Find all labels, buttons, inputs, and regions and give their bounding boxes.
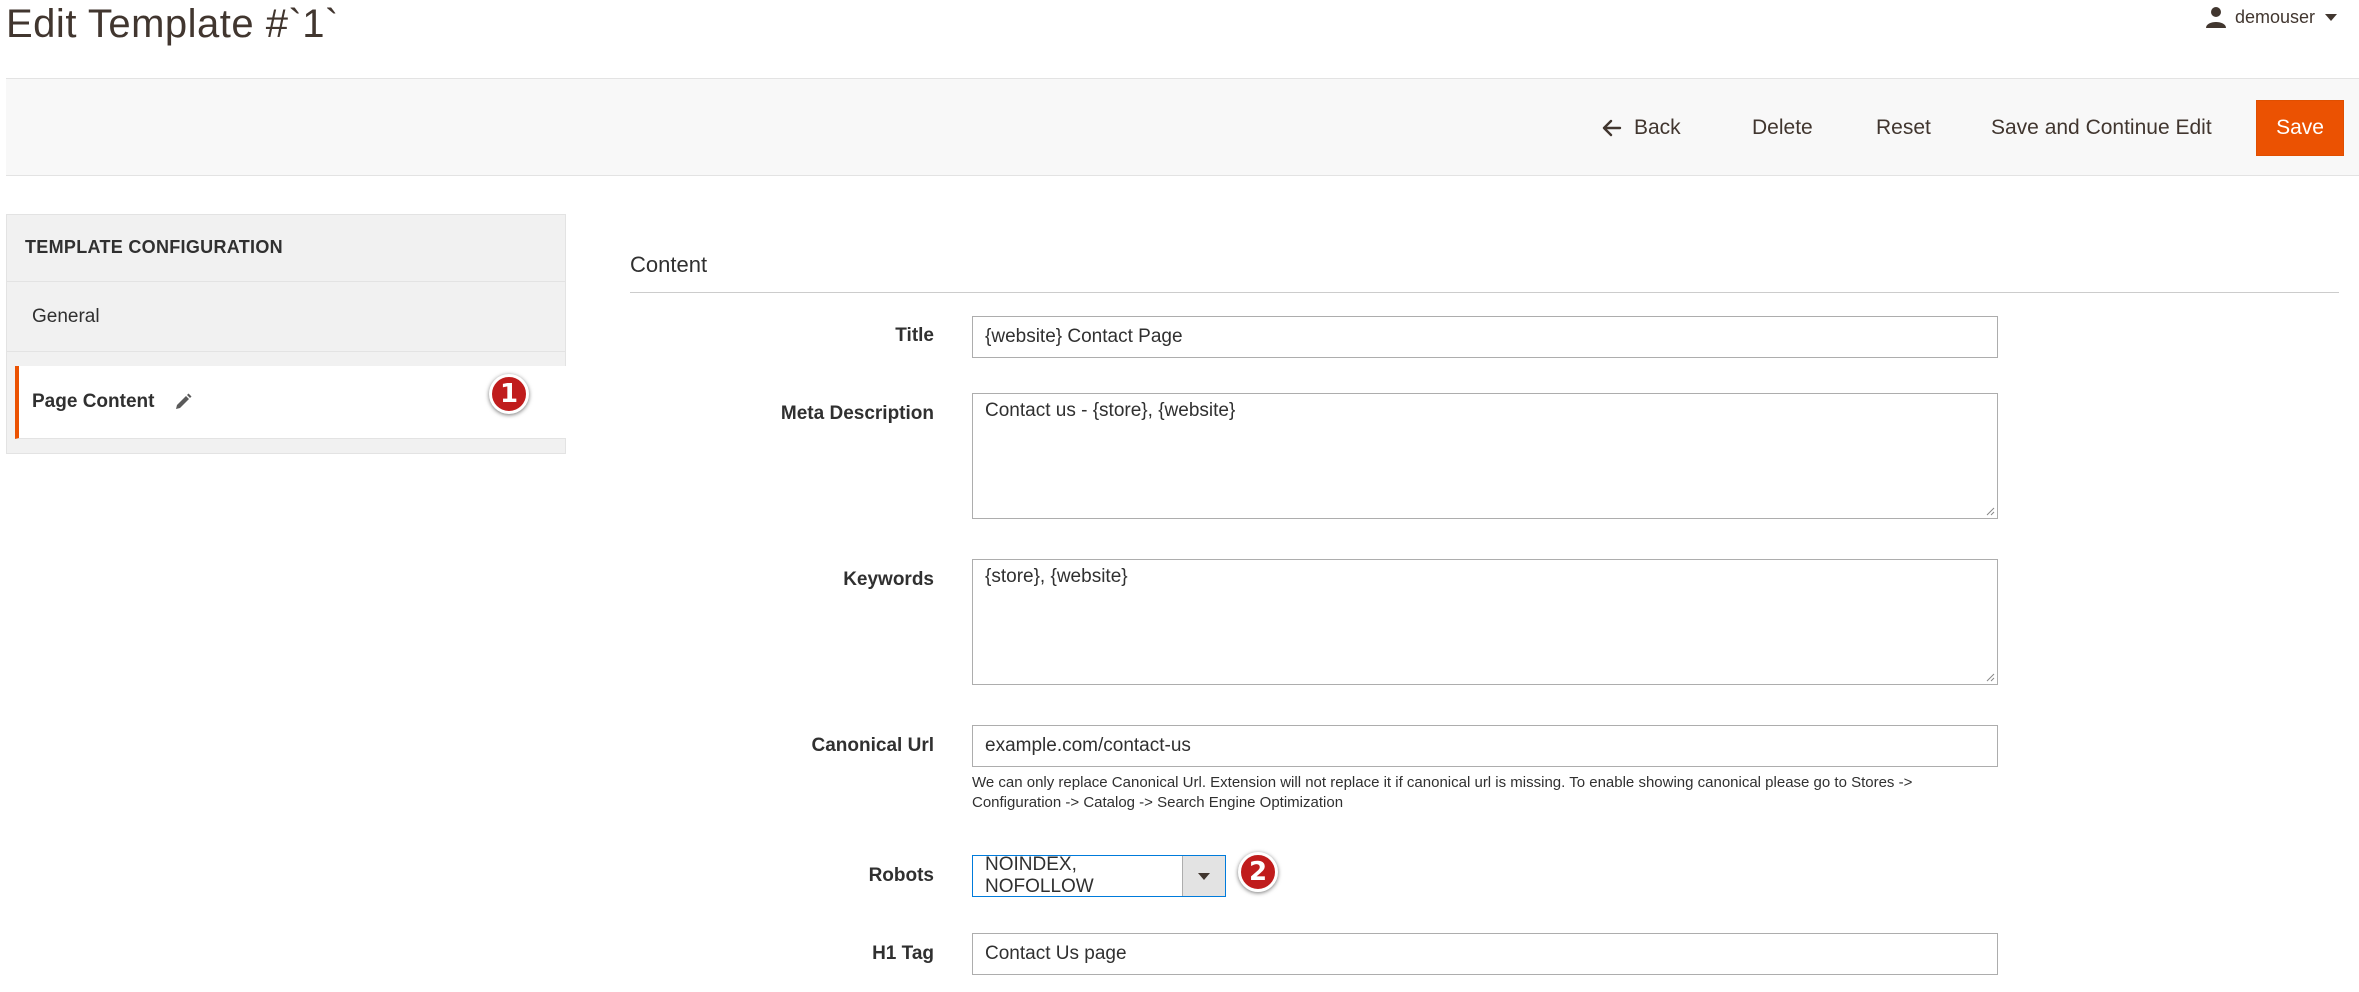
h1-tag-value: Contact Us page [985, 943, 1127, 964]
annotation-marker-1: 1 [489, 374, 529, 414]
delete-button[interactable]: Delete [1752, 103, 1813, 153]
title-label: Title [895, 325, 934, 346]
chevron-down-icon [1198, 872, 1210, 880]
keywords-textarea[interactable]: {store}, {website} [972, 559, 1998, 685]
sidebar-item-page-content[interactable]: Page Content [15, 366, 566, 439]
back-button[interactable]: Back [1602, 103, 1681, 153]
meta-description-label: Meta Description [780, 403, 934, 424]
meta-description-value: Contact us - {store}, {website} [985, 400, 1236, 421]
sidebar: TEMPLATE CONFIGURATION General Page Cont… [6, 214, 566, 454]
pencil-icon [176, 393, 192, 409]
h1-tag-input[interactable]: Contact Us page [972, 933, 1998, 975]
canonical-url-value: example.com/contact-us [985, 735, 1191, 756]
chevron-down-icon [2325, 13, 2337, 21]
page-title: Edit Template #`1` [6, 2, 339, 46]
resize-handle-icon[interactable] [1985, 672, 1995, 682]
save-and-continue-button[interactable]: Save and Continue Edit [1991, 103, 2212, 153]
user-menu[interactable]: demouser [2205, 6, 2337, 28]
title-input-value: {website} Contact Page [985, 326, 1183, 347]
sidebar-item-label: Page Content [32, 391, 155, 412]
section-title: Content [630, 252, 708, 277]
keywords-label: Keywords [843, 569, 934, 590]
robots-select-value: NOINDEX, NOFOLLOW [985, 854, 1094, 897]
user-name: demouser [2234, 6, 2315, 27]
back-button-label: Back [1634, 116, 1681, 139]
select-arrow[interactable] [1182, 856, 1225, 896]
canonical-url-label: Canonical Url [811, 735, 934, 756]
robots-select[interactable]: NOINDEX, NOFOLLOW [972, 854, 1226, 897]
page-actions-bar: Back Delete Reset Save and Continue Edit… [6, 78, 2359, 176]
h1-tag-label: H1 Tag [872, 943, 934, 964]
keywords-value: {store}, {website} [985, 566, 1128, 587]
resize-handle-icon[interactable] [1985, 506, 1995, 516]
meta-description-textarea[interactable]: Contact us - {store}, {website} [972, 393, 1998, 519]
sidebar-item-label: General [32, 305, 100, 327]
sidebar-title: TEMPLATE CONFIGURATION [25, 237, 283, 257]
title-input[interactable]: {website} Contact Page [972, 316, 1998, 358]
reset-button[interactable]: Reset [1876, 103, 1931, 153]
canonical-url-input[interactable]: example.com/contact-us [972, 725, 1998, 767]
sidebar-item-general[interactable]: General [7, 282, 565, 352]
arrow-left-icon [1602, 119, 1622, 137]
robots-label: Robots [868, 865, 934, 886]
save-button[interactable]: Save [2256, 100, 2344, 156]
annotation-marker-2: 2 [1238, 852, 1278, 892]
divider [630, 292, 2339, 293]
user-icon [2205, 7, 2226, 28]
canonical-url-note: We can only replace Canonical Url. Exten… [972, 774, 1913, 811]
